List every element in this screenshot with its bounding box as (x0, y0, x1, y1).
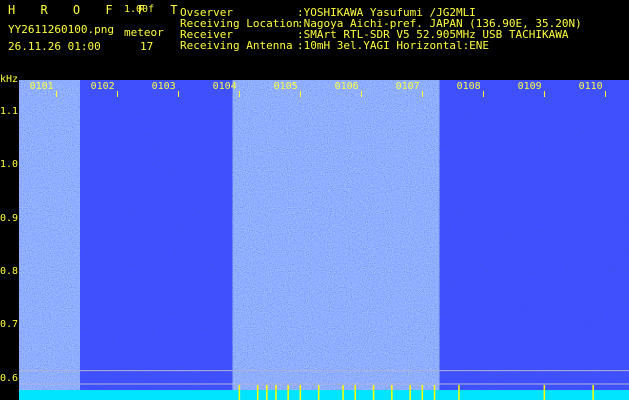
x-tick-mark (116, 91, 118, 97)
meteor-mark-3 (275, 385, 277, 400)
meteor-mark-1 (256, 385, 259, 400)
intensity-band-3 (439, 80, 629, 390)
x-tick-mark (55, 91, 57, 97)
y-tick-label: 1.1 (0, 106, 19, 117)
meteor-mark-9 (372, 385, 375, 400)
meteor-mark-2 (266, 385, 268, 400)
meteor-mark-16 (592, 385, 594, 400)
meteor-mark-0 (238, 385, 241, 400)
meteor-mark-12 (421, 385, 424, 400)
spectrogram (19, 80, 629, 400)
x-tick-mark (421, 91, 423, 97)
version-label: 1.00f (124, 4, 155, 15)
x-tick-mark (604, 91, 606, 97)
meteor-mark-10 (391, 385, 393, 400)
meteor-mark-5 (299, 385, 302, 400)
meteor-mark-6 (317, 385, 320, 400)
intensity-band-1 (80, 80, 233, 390)
datetime-label: 26.11.26 01:00 (8, 40, 101, 53)
app-title: H R O F F T (8, 3, 187, 17)
x-tick-label: 0109 (517, 81, 542, 92)
x-tick-label: 0107 (395, 81, 420, 92)
meteor-mark-4 (287, 385, 289, 400)
x-tick-mark (299, 91, 301, 97)
y-tick-label: 0.8 (0, 266, 19, 277)
filename-label: YY2611260100.png (8, 23, 114, 36)
x-tick-label: 0101 (29, 81, 54, 92)
x-tick-label: 0108 (456, 81, 481, 92)
x-tick-label: 0105 (273, 81, 298, 92)
y-tick-label: 1.0 (0, 159, 19, 171)
count-label: 17 (140, 40, 154, 53)
x-tick-label: 0103 (151, 81, 176, 92)
x-tick-mark (482, 91, 484, 97)
x-tick-mark (238, 91, 240, 97)
x-tick-label: 0110 (578, 81, 603, 92)
y-tick-label: 0.6 (0, 372, 19, 384)
intensity-bands (19, 80, 629, 390)
meteor-mark-7 (342, 385, 344, 400)
x-tick-label: 0104 (212, 81, 237, 92)
mode-label: meteor (124, 26, 164, 39)
y-axis-unit: kHz (0, 74, 19, 85)
x-tick-label: 0102 (90, 81, 115, 92)
intensity-band-2 (232, 80, 440, 390)
meteor-mark-11 (409, 385, 411, 400)
x-tick-mark (177, 91, 179, 97)
y-tick-label: 0.7 (0, 319, 19, 331)
info-value-antenna: :10mH 3el.YAGI Horizontal:ENE (297, 39, 490, 52)
meteor-mark-8 (354, 385, 356, 400)
info-label: Receiving Antenna (180, 39, 293, 52)
intensity-band-0 (19, 80, 80, 390)
y-tick-label: 0.9 (0, 212, 19, 224)
x-tick-label: 0106 (334, 81, 359, 92)
info-row-antenna: Receiving Antenna (180, 40, 293, 52)
meteor-mark-13 (433, 385, 436, 400)
x-tick-mark (543, 91, 545, 97)
meteor-mark-14 (458, 385, 460, 400)
baseline-band (19, 390, 629, 400)
spectrogram-svg (19, 80, 629, 400)
hroffft-window: H R O F F T 1.00f YY2611260100.png meteo… (0, 0, 629, 400)
x-tick-mark (360, 91, 362, 97)
meteor-mark-15 (543, 385, 546, 400)
